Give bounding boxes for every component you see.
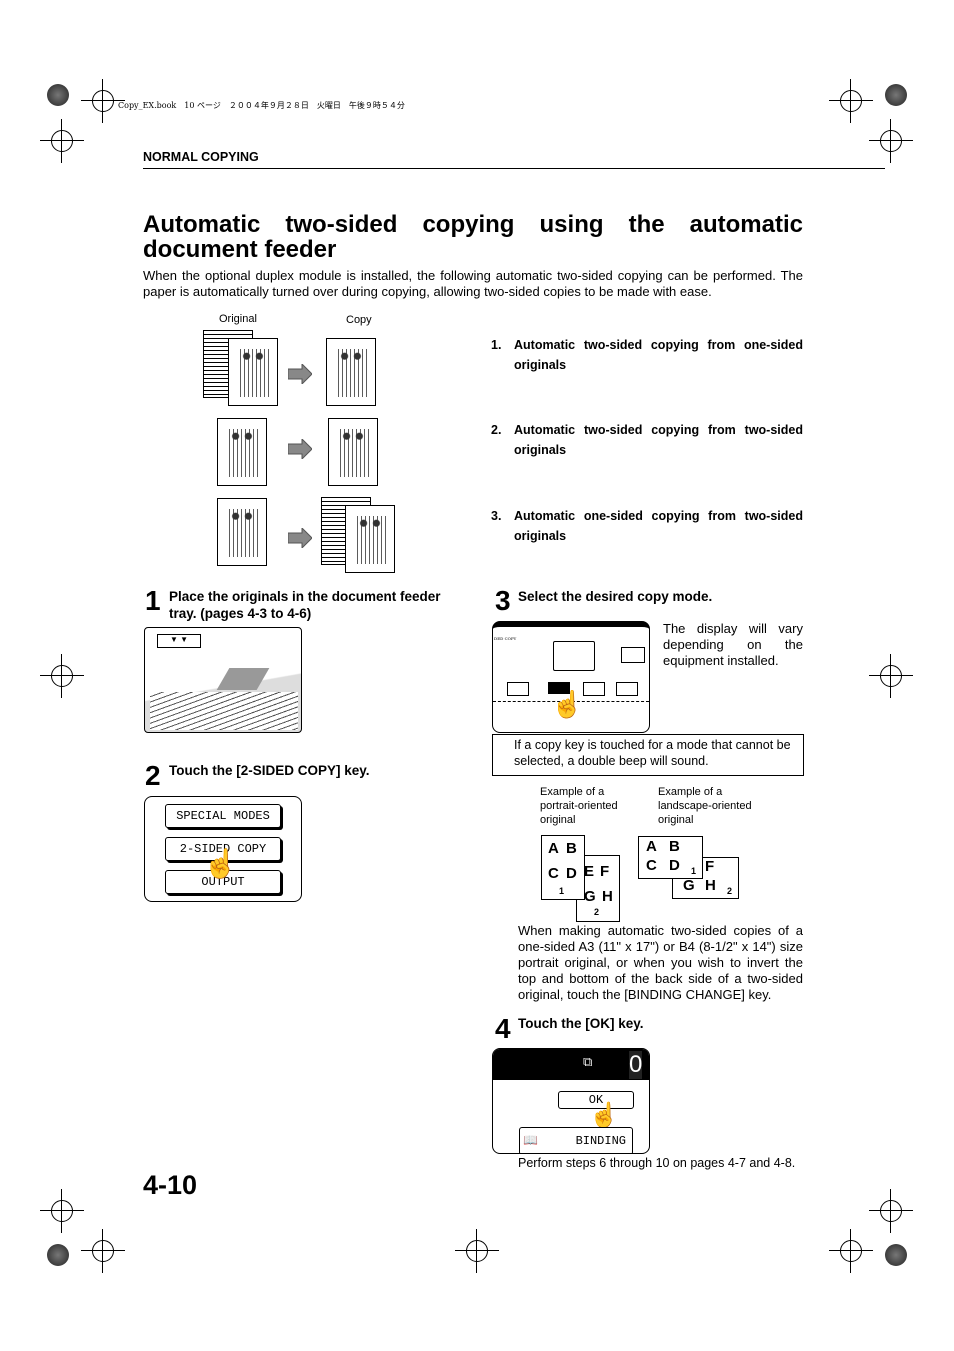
mode-key-1-to-1[interactable] [507, 682, 529, 696]
registration-disc-icon [885, 84, 907, 106]
binding-label: BINDING [575, 1134, 626, 1148]
registration-disc-icon [47, 84, 69, 106]
step-number: 3 [495, 585, 511, 616]
crop-mark-icon [829, 1229, 873, 1273]
copy-label: Copy [346, 314, 372, 326]
warning-box: If a copy key is touched for a mode that… [492, 734, 804, 776]
registration-disc-icon [47, 1244, 69, 1266]
arrow-right-icon [288, 528, 312, 548]
original-label: Original [219, 313, 257, 325]
mode-number: 2. [491, 423, 502, 437]
portrait-label: Example of a portrait-oriented original [540, 786, 618, 826]
arrow-right-icon [288, 439, 312, 459]
mode-item: 1. Automatic two-sided copying from one-s… [491, 335, 803, 375]
crop-mark-icon [829, 79, 873, 123]
manual-page: Copy_EX.book 10 ページ ２００４年９月２８日 火曜日 午後９時５… [0, 0, 954, 1351]
screen-title: DED COPY [494, 636, 517, 641]
registration-disc-icon [885, 1244, 907, 1266]
crop-mark-icon [81, 1229, 125, 1273]
mode-item: 3. Automatic one-sided copying from two-s… [491, 506, 803, 546]
mode-number: 1. [491, 338, 502, 352]
section-header: NORMAL COPYING [143, 150, 259, 164]
mode-key-2-to-2[interactable] [583, 682, 605, 696]
crop-mark-icon [81, 79, 125, 123]
step-text: Touch the [2-SIDED COPY] key. [169, 763, 370, 778]
binding-change-key[interactable]: 📖 BINDING [519, 1127, 633, 1153]
intro-text: When the optional duplex module is insta… [143, 268, 803, 299]
warning-text: If a copy key is touched for a mode that… [514, 738, 791, 768]
mode-text: Automatic one-sided copying from two-sid… [514, 509, 803, 543]
step-number: 4 [495, 1013, 511, 1044]
header-rule [143, 168, 885, 169]
step-number: 2 [145, 760, 161, 791]
copy-stack-icon: ⧉ [583, 1054, 593, 1069]
crop-mark-icon [455, 1229, 499, 1273]
arrow-right-icon [288, 364, 312, 384]
crop-mark-icon [869, 1189, 913, 1233]
print-header: Copy_EX.book 10 ページ ２００４年９月２８日 火曜日 午後９時５… [118, 101, 405, 110]
display-note: The display will vary depending on the e… [663, 621, 803, 668]
mode-number: 3. [491, 509, 502, 523]
crop-mark-icon [869, 119, 913, 163]
binding-change-key[interactable] [621, 647, 645, 663]
crop-mark-icon [40, 654, 84, 698]
step-text: Select the desired copy mode. [518, 589, 713, 604]
mode-text: Automatic two-sided copying from two-sid… [514, 423, 803, 457]
step-text: Place the originals in the document feed… [169, 589, 441, 621]
copy-counter: 0 [629, 1051, 643, 1079]
binding-icon: 📖 [523, 1134, 538, 1148]
ok-screen: ⧉ 0 OK ☝ 📖 BINDING [492, 1048, 650, 1154]
two-sided-copy-screen: DED COPY ☝ [492, 621, 650, 733]
screen-header [493, 1049, 649, 1080]
mode-text: Automatic two-sided copying from one-sid… [514, 338, 803, 372]
page-number: 4-10 [143, 1170, 198, 1200]
footer-note: Perform steps 6 through 10 on pages 4-7 … [518, 1156, 796, 1170]
mode-key-2-to-1[interactable] [616, 682, 638, 696]
mode-item: 2. Automatic two-sided copying from two-s… [491, 420, 803, 460]
feeder-illustration: ▼ ▼ [144, 627, 302, 733]
crop-mark-icon [869, 654, 913, 698]
special-modes-key[interactable]: SPECIAL MODES [165, 804, 281, 828]
hand-pointer-icon: ☝ [203, 848, 238, 879]
step-text: Touch the [OK] key. [518, 1016, 644, 1031]
hand-pointer-icon: ☝ [551, 689, 584, 719]
binding-explanation: When making automatic two-sided copies o… [518, 923, 803, 1002]
machine-icon [553, 641, 595, 671]
hand-pointer-icon: ☝ [589, 1102, 619, 1129]
step-number: 1 [145, 585, 161, 616]
landscape-label: Example of a landscape-oriented original [658, 786, 752, 826]
page-title: Automatic two-sided copying using the au… [143, 211, 803, 263]
crop-mark-icon [40, 1189, 84, 1233]
touch-panel: SPECIAL MODES 2-SIDED COPY OUTPUT ☝ [144, 796, 302, 902]
crop-mark-icon [40, 119, 84, 163]
